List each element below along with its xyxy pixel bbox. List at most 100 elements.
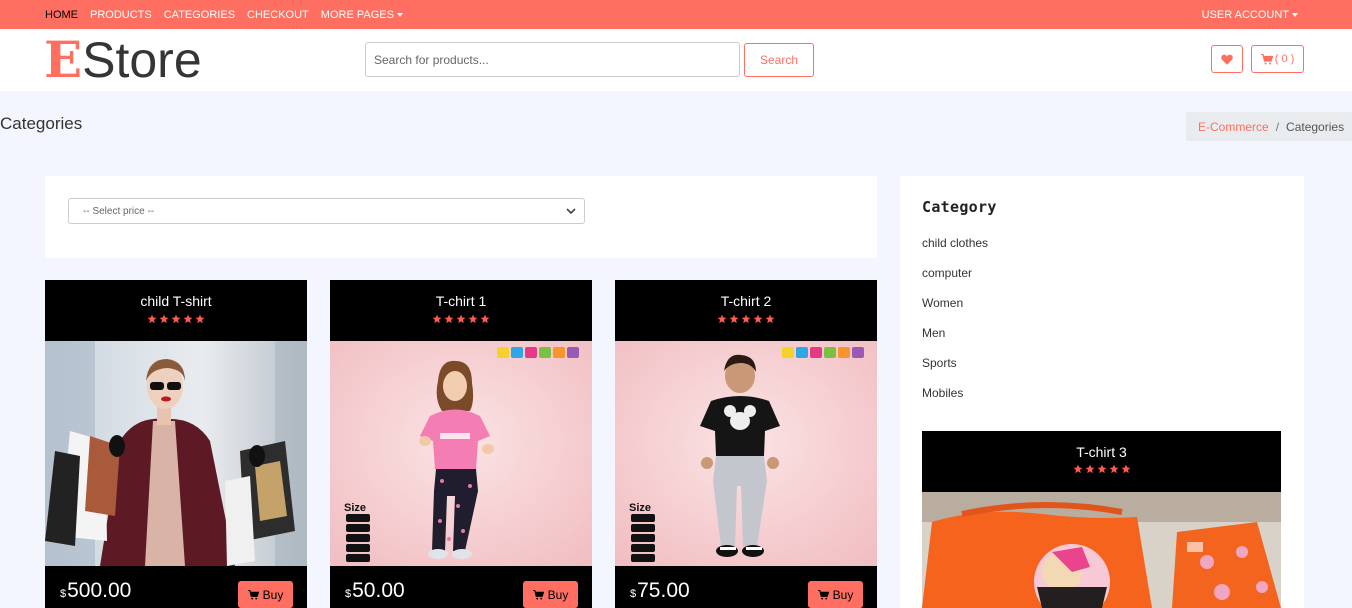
star-icon (1121, 464, 1130, 474)
breadcrumb-separator: / (1275, 119, 1280, 134)
product-rating (922, 464, 1281, 474)
product-price: $50.00 (345, 579, 405, 603)
logo-initial: E (44, 30, 83, 89)
site-header: EStore Search ( 0 ) (0, 29, 1352, 91)
cart-icon (247, 589, 259, 600)
buy-label: Buy (262, 587, 284, 602)
star-icon (729, 314, 739, 324)
product-card[interactable]: child T-shirt $500.00 Buy (45, 280, 307, 608)
product-footer: $500.00 Buy (45, 566, 307, 608)
star-icon (1073, 464, 1082, 474)
product-price: $75.00 (630, 579, 690, 603)
product-title: T-chirt 1 (435, 293, 487, 309)
nav-products[interactable]: PRODUCTS (90, 9, 152, 21)
star-icon (753, 314, 763, 324)
price-value: 50.00 (352, 579, 405, 602)
product-footer: $50.00 Buy (330, 566, 592, 608)
currency-symbol: $ (630, 588, 637, 600)
page-title: Categories (0, 114, 83, 133)
price-value: 75.00 (637, 579, 690, 602)
product-rating (330, 314, 592, 326)
buy-button[interactable]: Buy (808, 581, 863, 608)
star-icon (480, 314, 490, 324)
star-icon (195, 314, 205, 324)
star-icon (171, 314, 181, 324)
wishlist-button[interactable] (1211, 45, 1243, 73)
breadcrumb: E-Commerce / Categories (1186, 112, 1352, 141)
product-card[interactable]: T-chirt 2 Size $75.00 Buy (615, 280, 877, 608)
cart-icon (1260, 53, 1273, 64)
search-button[interactable]: Search (744, 43, 814, 77)
category-link[interactable]: Men (922, 326, 988, 356)
star-icon (147, 314, 157, 324)
product-rating (615, 314, 877, 326)
breadcrumb-current: Categories (1286, 119, 1345, 134)
category-link[interactable]: Sports (922, 356, 988, 386)
category-link[interactable]: child clothes (922, 236, 988, 266)
product-image[interactable]: Size (330, 341, 592, 566)
star-icon (468, 314, 478, 324)
product-price: $500.00 (60, 579, 131, 603)
heart-icon (1221, 54, 1233, 65)
caret-down-icon (1292, 12, 1298, 17)
star-icon (456, 314, 466, 324)
product-image[interactable]: Size (615, 341, 877, 566)
filter-card: -- Select price -- (45, 176, 877, 258)
category-list: child clothes computer Women Men Sports … (922, 236, 988, 416)
nav-checkout[interactable]: CHECKOUT (247, 9, 309, 21)
nav-categories[interactable]: CATEGORIES (164, 9, 235, 21)
logo-text: Store (82, 32, 202, 88)
product-rating (45, 314, 307, 326)
category-link[interactable]: computer (922, 266, 988, 296)
nav-more-pages[interactable]: MORE PAGES (321, 9, 403, 21)
category-link[interactable]: Mobiles (922, 386, 988, 416)
svg-text:Size: Size (344, 502, 366, 514)
estore-logo[interactable]: EStore (44, 30, 202, 89)
star-icon (1097, 464, 1106, 474)
cart-icon (817, 589, 829, 600)
buy-button[interactable]: Buy (238, 581, 293, 608)
product-card[interactable]: T-chirt 1 Size $50.00 Buy (330, 280, 592, 608)
top-navbar: HOME PRODUCTS CATEGORIES CHECKOUT MORE P… (0, 0, 1352, 29)
cart-count: ( 0 ) (1274, 53, 1295, 65)
category-sidebar: Category child clothes computer Women Me… (900, 176, 1304, 608)
user-account-menu[interactable]: USER ACCOUNT (1202, 0, 1298, 29)
breadcrumb-home-link[interactable]: E-Commerce (1198, 120, 1269, 134)
nav-home[interactable]: HOME (45, 9, 78, 21)
category-heading: Category (922, 198, 997, 216)
product-title: T-chirt 2 (720, 293, 772, 309)
star-icon (765, 314, 775, 324)
star-icon (717, 314, 727, 324)
buy-label: Buy (832, 587, 854, 602)
product-footer: $75.00 Buy (615, 566, 877, 608)
cart-button[interactable]: ( 0 ) (1251, 45, 1304, 73)
star-icon (1109, 464, 1118, 474)
buy-label: Buy (547, 587, 569, 602)
user-account-label: USER ACCOUNT (1201, 8, 1289, 21)
featured-product-card[interactable]: T-chirt 3 (922, 431, 1281, 608)
chevron-down-icon (566, 208, 576, 215)
star-icon (741, 314, 751, 324)
product-image[interactable] (45, 341, 307, 566)
svg-text:Size: Size (629, 502, 651, 514)
cart-icon (532, 589, 544, 600)
price-value: 500.00 (67, 579, 132, 602)
star-icon (1085, 464, 1094, 474)
currency-symbol: $ (60, 588, 67, 600)
top-nav: HOME PRODUCTS CATEGORIES CHECKOUT MORE P… (45, 0, 415, 29)
search-input[interactable] (365, 42, 740, 77)
product-title: T-chirt 3 (1076, 444, 1127, 460)
buy-button[interactable]: Buy (523, 581, 578, 608)
star-icon (159, 314, 169, 324)
price-select[interactable]: -- Select price -- (68, 198, 585, 224)
currency-symbol: $ (345, 588, 352, 600)
star-icon (444, 314, 454, 324)
star-icon (432, 314, 442, 324)
caret-down-icon (396, 12, 403, 17)
product-title: child T-shirt (140, 293, 212, 309)
product-image[interactable] (922, 492, 1281, 608)
category-link[interactable]: Women (922, 296, 988, 326)
nav-more-pages-label: MORE PAGES (320, 8, 394, 21)
price-select-value: -- Select price -- (83, 205, 155, 217)
star-icon (183, 314, 193, 324)
